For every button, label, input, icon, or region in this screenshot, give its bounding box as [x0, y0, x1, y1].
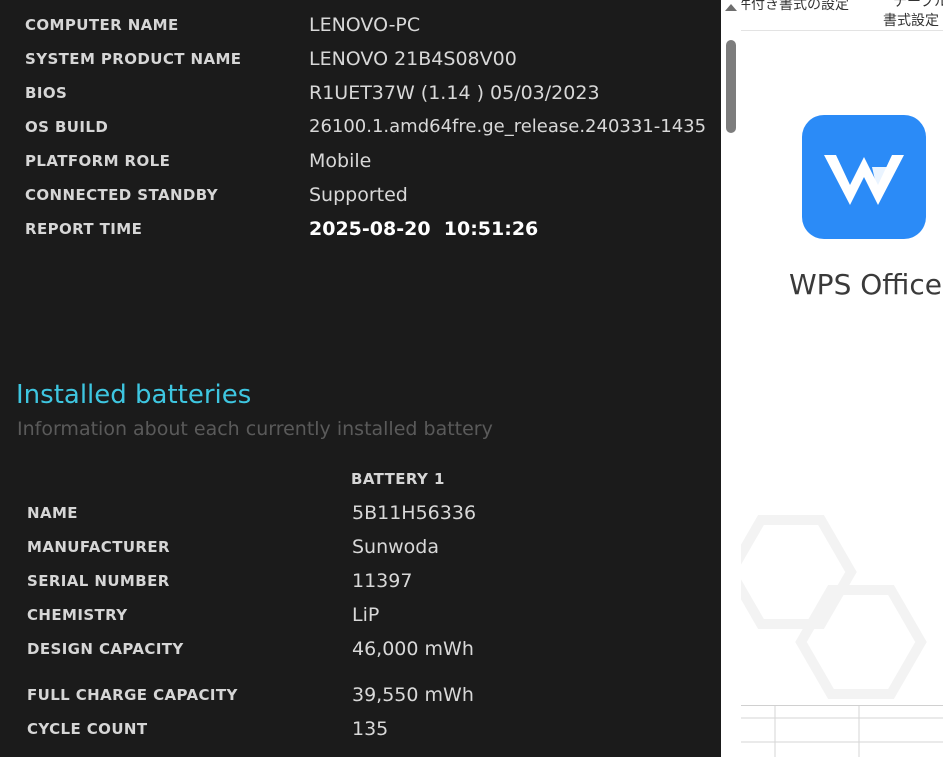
value-battery-name: 5B11H56336: [352, 502, 477, 524]
label-connected-standby: CONNECTED STANDBY: [25, 186, 219, 204]
label-bios: BIOS: [25, 84, 68, 102]
scroll-thumb[interactable]: [726, 40, 736, 133]
value-cycle-count: 135: [352, 718, 389, 740]
spreadsheet-grid: [741, 705, 943, 757]
label-design-capacity: DESIGN CAPACITY: [27, 640, 184, 658]
label-platform-role: PLATFORM ROLE: [25, 152, 171, 170]
installed-batteries-heading: Installed batteries: [16, 380, 252, 410]
value-connected-standby: Supported: [309, 184, 408, 206]
scroll-up-arrow-icon[interactable]: [725, 4, 737, 11]
wps-logo-icon: [802, 115, 926, 239]
value-chemistry: LiP: [352, 604, 380, 626]
battery-column-header: BATTERY 1: [351, 470, 445, 488]
value-full-charge-capacity: 39,550 mWh: [352, 684, 474, 706]
value-computer-name: LENOVO-PC: [309, 14, 421, 36]
value-bios: R1UET37W (1.14 ) 05/03/2023: [309, 82, 600, 104]
label-serial-number: SERIAL NUMBER: [27, 572, 170, 590]
hexagon-decoration: [741, 515, 927, 699]
value-report-time: 2025-08-20 10:51:26: [309, 218, 539, 240]
label-chemistry: CHEMISTRY: [27, 606, 128, 624]
label-manufacturer: MANUFACTURER: [27, 538, 170, 556]
table-format-label-bottom[interactable]: 書式設定: [883, 10, 939, 30]
label-system-product-name: SYSTEM PRODUCT NAME: [25, 50, 242, 68]
value-serial-number: 11397: [352, 570, 413, 592]
wps-office-window: 件付き書式の設定 テーブル 書式設定 WPS Office: [741, 0, 943, 757]
label-computer-name: COMPUTER NAME: [25, 16, 179, 34]
vertical-scrollbar[interactable]: [721, 0, 741, 757]
value-manufacturer: Sunwoda: [352, 536, 440, 558]
value-system-product-name: LENOVO 21B4S08V00: [309, 48, 517, 70]
label-report-time: REPORT TIME: [25, 220, 143, 238]
label-battery-name: NAME: [27, 504, 78, 522]
wps-ribbon: 件付き書式の設定 テーブル 書式設定: [741, 0, 943, 31]
label-full-charge-capacity: FULL CHARGE CAPACITY: [27, 686, 238, 704]
value-platform-role: Mobile: [309, 150, 372, 172]
label-os-build: OS BUILD: [25, 118, 109, 136]
value-os-build: 26100.1.amd64fre.ge_release.240331-1435: [309, 116, 707, 137]
installed-batteries-subheading: Information about each currently install…: [17, 418, 493, 440]
conditional-format-button[interactable]: 件付き書式の設定: [741, 0, 849, 14]
value-design-capacity: 46,000 mWh: [352, 638, 474, 660]
battery-report-window: COMPUTER NAME LENOVO-PC SYSTEM PRODUCT N…: [0, 0, 721, 757]
wps-app-name: WPS Office: [789, 268, 942, 301]
label-cycle-count: CYCLE COUNT: [27, 720, 148, 738]
